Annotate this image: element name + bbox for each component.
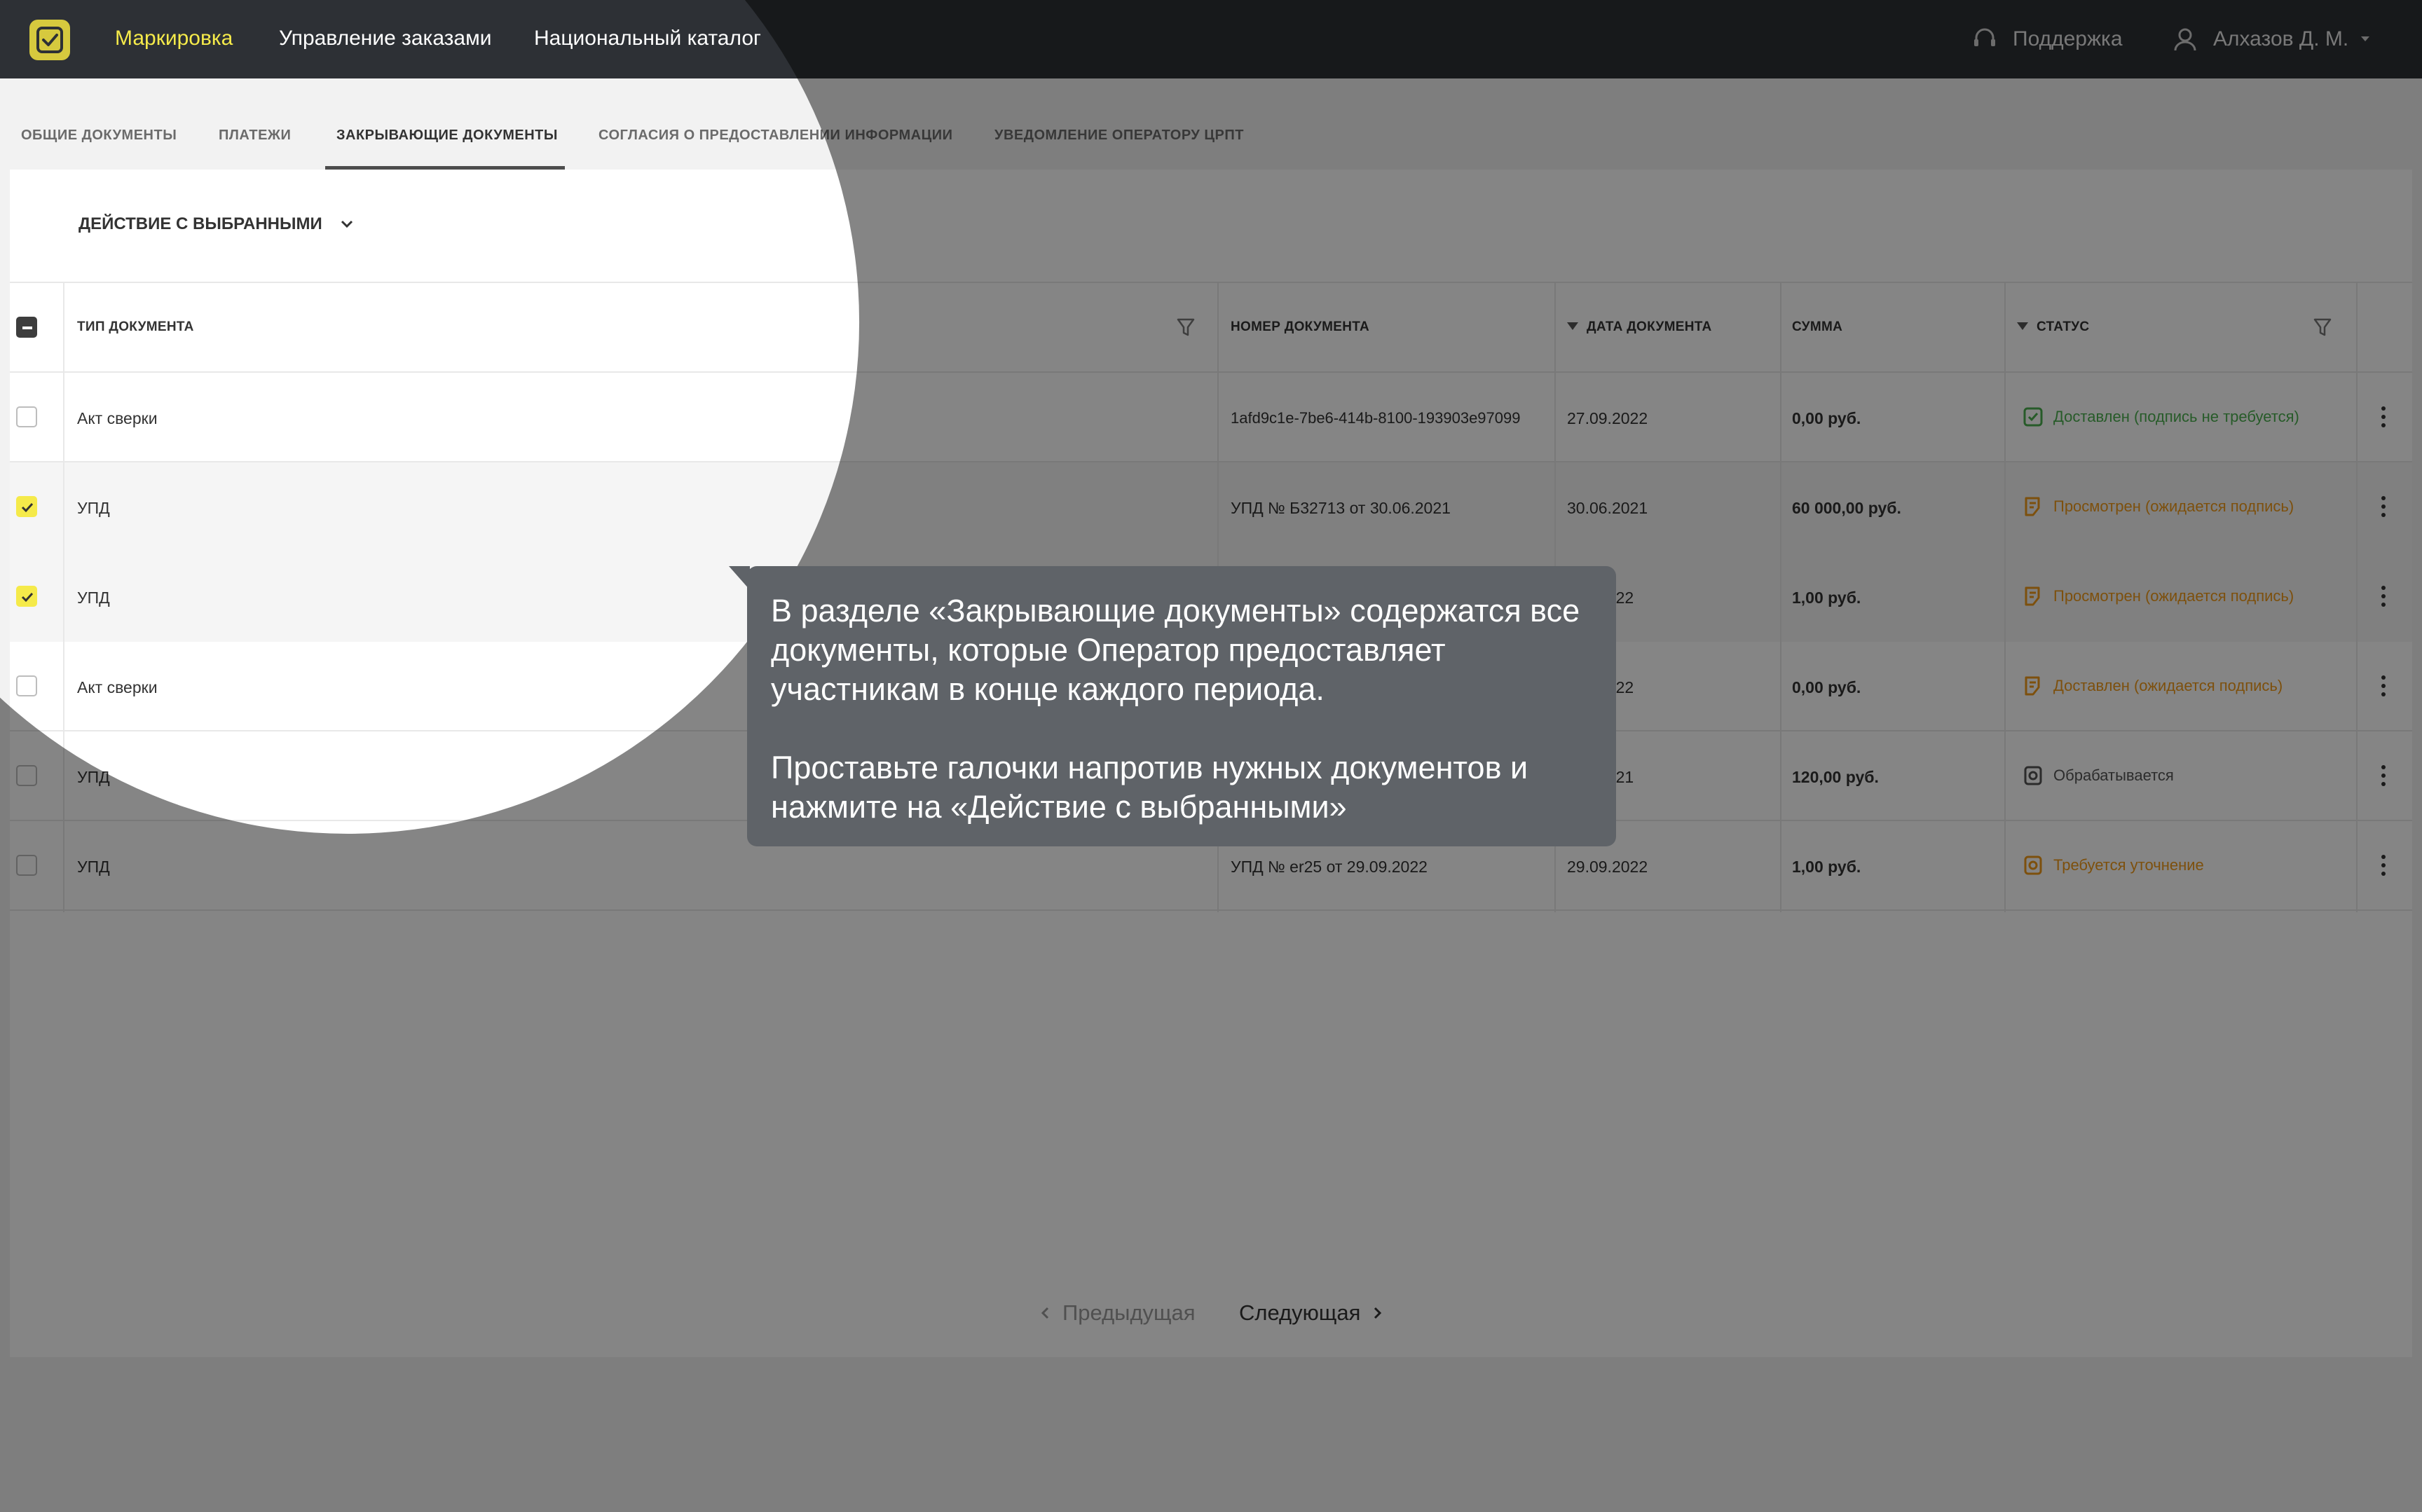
- column-header-number[interactable]: НОМЕР ДОКУМЕНТА: [1231, 319, 1369, 335]
- row-menu-icon[interactable]: [2381, 765, 2386, 790]
- status-badge: Доставлен (ожидается подпись): [2023, 675, 2283, 696]
- select-all-checkbox[interactable]: [16, 317, 37, 338]
- nav-item-marking[interactable]: Маркировка: [115, 27, 233, 50]
- cell-document-type[interactable]: УПД: [77, 768, 110, 787]
- filter-icon[interactable]: [2313, 317, 2332, 339]
- cell-document-type[interactable]: Акт сверки: [77, 678, 158, 697]
- pager-prev-button[interactable]: Предыдущая: [1039, 1300, 1196, 1326]
- support-link[interactable]: Поддержка: [1971, 25, 2123, 53]
- column-divider: [63, 283, 64, 912]
- document-pen-icon: [2025, 497, 2040, 516]
- chevron-right-icon: [1374, 1307, 1382, 1319]
- onboarding-tooltip: В разделе «Закрывающие документы» содерж…: [747, 566, 1616, 846]
- cell-document-type[interactable]: Акт сверки: [77, 409, 158, 428]
- row-checkbox[interactable]: [16, 496, 37, 517]
- cell-sum: 1,00 руб.: [1792, 589, 1861, 607]
- bulk-action-dropdown[interactable]: ДЕЙСТВИЕ С ВЫБРАННЫМИ: [78, 214, 355, 234]
- cell-document-date: 29.09.2022: [1567, 858, 1648, 876]
- cell-document-number[interactable]: УПД № er25 от 29.09.2022: [1231, 858, 1428, 877]
- row-checkbox[interactable]: [16, 586, 37, 607]
- filter-icon[interactable]: [1176, 317, 1196, 339]
- bulk-action-label: ДЕЙСТВИЕ С ВЫБРАННЫМИ: [78, 214, 322, 233]
- caret-down-icon: [2361, 36, 2370, 41]
- column-header-date[interactable]: ДАТА ДОКУМЕНТА: [1567, 319, 1711, 335]
- cell-document-type[interactable]: УПД: [77, 589, 110, 607]
- row-menu-icon[interactable]: [2381, 406, 2386, 432]
- column-divider: [2356, 283, 2358, 912]
- user-name: Алхазов Д. М.: [2213, 27, 2349, 50]
- cell-document-number[interactable]: УПД № Б32713 от 30.06.2021: [1231, 499, 1451, 518]
- cell-sum: 0,00 руб.: [1792, 409, 1861, 427]
- table-top-divider: [10, 282, 2412, 283]
- column-header-status[interactable]: СТАТУС: [2017, 319, 2089, 335]
- cell-document-type[interactable]: УПД: [77, 858, 110, 877]
- cell-document-number[interactable]: 1afd9c1e-7be6-414b-8100-193903e97099: [1231, 409, 1520, 427]
- tab-closing-documents[interactable]: ЗАКРЫВАЮЩИЕ ДОКУМЕНТЫ: [336, 128, 558, 144]
- cell-document-date: 30.06.2021: [1567, 499, 1648, 517]
- document-pen-icon: [2025, 676, 2040, 696]
- row-menu-icon[interactable]: [2381, 496, 2386, 521]
- cell-sum: 1,00 руб.: [1792, 858, 1861, 876]
- tab-consents[interactable]: СОГЛАСИЯ О ПРЕДОСТАВЛЕНИИ ИНФОРМАЦИИ: [598, 128, 952, 144]
- processing-icon: [2024, 766, 2042, 785]
- column-header-type[interactable]: ТИП ДОКУМЕНТА: [77, 319, 194, 335]
- app-logo-icon[interactable]: [29, 20, 70, 60]
- row-checkbox[interactable]: [16, 675, 37, 696]
- row-checkbox[interactable]: [16, 406, 37, 427]
- row-divider: [10, 909, 2412, 911]
- column-divider: [1780, 283, 1781, 912]
- column-divider: [2004, 283, 2006, 912]
- support-label: Поддержка: [2013, 27, 2123, 50]
- headset-icon: [1974, 28, 1995, 46]
- chevron-left-icon: [1041, 1307, 1049, 1319]
- row-menu-icon[interactable]: [2381, 586, 2386, 611]
- cell-sum: 0,00 руб.: [1792, 678, 1861, 696]
- cell-document-date: 27.09.2022: [1567, 409, 1648, 427]
- nav-item-orders[interactable]: Управление заказами: [279, 27, 492, 50]
- clarification-icon: [2024, 855, 2042, 875]
- status-badge: Просмотрен (ожидается подпись): [2023, 496, 2294, 517]
- cell-document-type[interactable]: УПД: [77, 499, 110, 518]
- nav-item-catalog[interactable]: Национальный каталог: [534, 27, 761, 50]
- user-icon: [2174, 28, 2196, 51]
- row-menu-icon[interactable]: [2381, 855, 2386, 880]
- status-badge: Обрабатывается: [2023, 765, 2174, 786]
- sort-desc-icon: [2017, 322, 2028, 330]
- tooltip-text: В разделе «Закрывающие документы» содерж…: [771, 593, 1580, 707]
- check-square-icon: [2023, 407, 2043, 427]
- status-badge: Доставлен (подпись не требуется): [2023, 406, 2299, 427]
- pager-next-button[interactable]: Следующая: [1239, 1300, 1384, 1326]
- cell-sum: 60 000,00 руб.: [1792, 499, 1901, 517]
- column-header-sum[interactable]: СУММА: [1792, 319, 1842, 335]
- document-tabs: [0, 78, 2422, 170]
- cell-sum: 120,00 руб.: [1792, 768, 1879, 786]
- row-checkbox[interactable]: [16, 765, 37, 786]
- tab-operator-notifications[interactable]: УВЕДОМЛЕНИЕ ОПЕРАТОРУ ЦРПТ: [994, 128, 1244, 144]
- row-checkbox[interactable]: [16, 855, 37, 876]
- tab-general-documents[interactable]: ОБЩИЕ ДОКУМЕНТЫ: [21, 128, 177, 144]
- user-menu[interactable]: Алхазов Д. М.: [2171, 25, 2379, 53]
- tab-payments[interactable]: ПЛАТЕЖИ: [219, 128, 291, 144]
- row-menu-icon[interactable]: [2381, 675, 2386, 701]
- status-badge: Требуется уточнение: [2023, 855, 2204, 876]
- table-header-divider: [10, 371, 2412, 373]
- top-navigation-bar: Маркировка Управление заказами Националь…: [0, 0, 2422, 78]
- chevron-down-icon: [341, 220, 353, 228]
- status-badge: Просмотрен (ожидается подпись): [2023, 586, 2294, 607]
- sort-desc-icon: [1567, 322, 1578, 330]
- tooltip-text: Проставьте галочки напротив нужных докум…: [771, 750, 1528, 825]
- document-pen-icon: [2025, 586, 2040, 606]
